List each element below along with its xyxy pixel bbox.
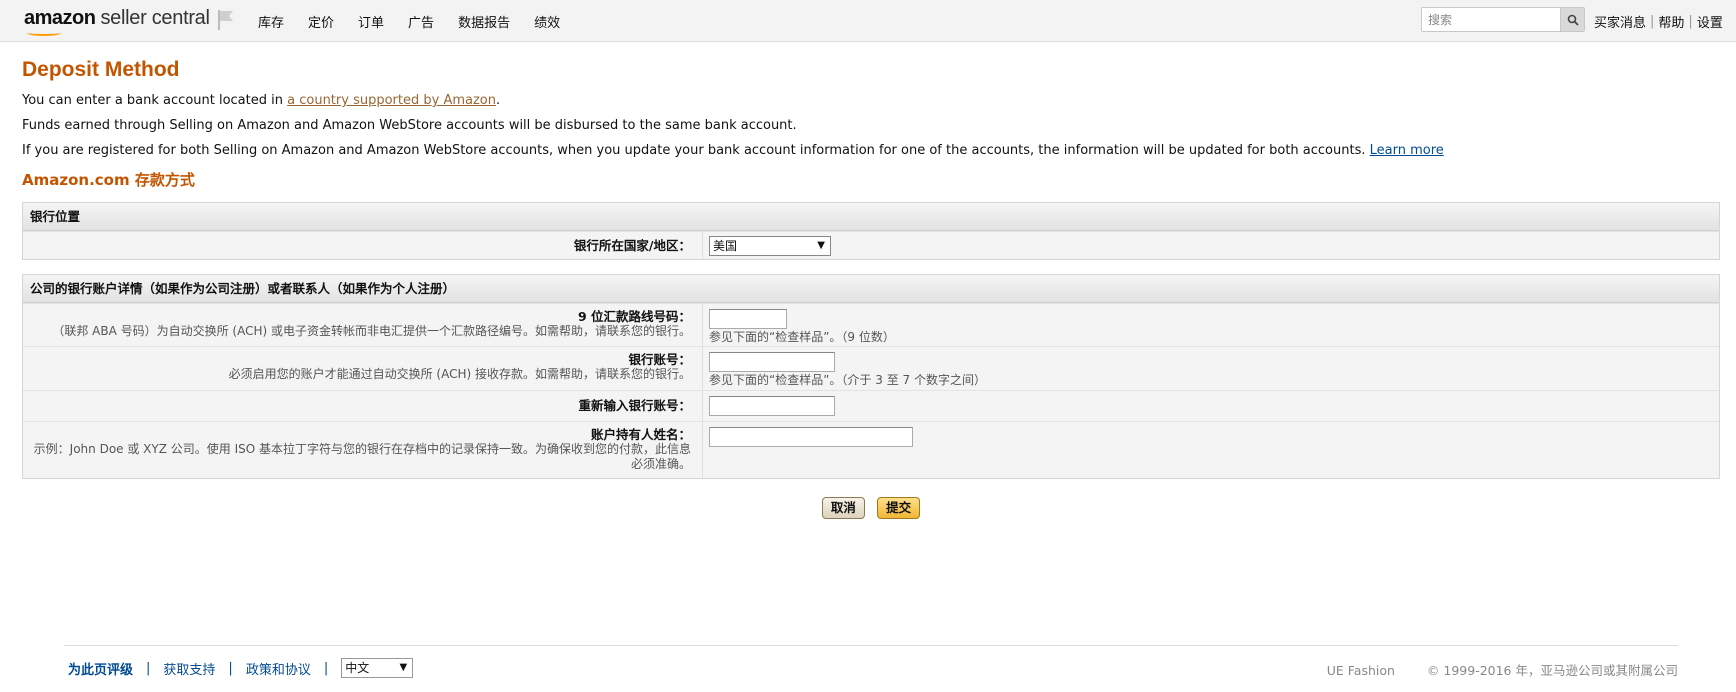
cancel-button[interactable]: 取消 — [821, 497, 865, 519]
label-cell: 银行账号： 必须启用您的账户才能通过自动交换所 (ACH) 接收存款。如需帮助，… — [23, 347, 703, 390]
section-heading: 公司的银行账户详情（如果作为公司注册）或者联系人（如果作为个人注册） — [23, 275, 1719, 303]
account-number-input[interactable] — [709, 352, 835, 372]
value-cell — [703, 422, 1719, 478]
supported-country-link[interactable]: a country supported by Amazon — [287, 93, 496, 108]
routing-number-input[interactable] — [709, 309, 787, 329]
amazon-smile-icon — [27, 30, 61, 36]
form-row-country: 银行所在国家/地区： 美国 ▼ — [23, 231, 1719, 259]
chevron-down-icon: ▼ — [817, 240, 825, 251]
submit-button[interactable]: 提交 — [877, 497, 921, 519]
country-select[interactable]: 美国 ▼ — [709, 236, 831, 256]
search-input[interactable] — [1422, 8, 1562, 31]
account-holder-help: 示例：John Doe 或 XYZ 公司。使用 ISO 基本拉丁字符与您的银行在… — [33, 442, 691, 471]
form-row-holder: 账户持有人姓名： 示例：John Doe 或 XYZ 公司。使用 ISO 基本拉… — [23, 421, 1719, 478]
label-cell: 9 位汇款路线号码： （联邦 ABA 号码）为自动交换所 (ACH) 或电子资金… — [23, 304, 703, 346]
footer-links: 为此页评级 | 获取支持 | 政策和协议 | 中文 ▼ — [68, 658, 414, 678]
intro-paragraph-1: You can enter a bank account located in … — [22, 93, 1720, 109]
ue-fashion-text: UE Fashion — [1326, 663, 1395, 678]
nav-inventory[interactable]: 库存 — [258, 12, 284, 31]
intro-text-3: If you are registered for both Selling o… — [22, 143, 1370, 158]
get-support-link[interactable]: 获取支持 — [163, 659, 215, 678]
routing-number-help: （联邦 ABA 号码）为自动交换所 (ACH) 或电子资金转帐而非电汇提供一个汇… — [52, 324, 691, 338]
policies-link[interactable]: 政策和协议 — [246, 659, 311, 678]
nav-orders[interactable]: 订单 — [358, 12, 384, 31]
logo-amazon-text: amazon — [24, 7, 96, 29]
account-details-section: 公司的银行账户详情（如果作为公司注册）或者联系人（如果作为个人注册） 9 位汇款… — [22, 274, 1720, 479]
account-number-help: 必须启用您的账户才能通过自动交换所 (ACH) 接收存款。如需帮助，请联系您的银… — [228, 367, 691, 381]
divider: | — [1650, 14, 1655, 29]
divider: | — [1688, 14, 1693, 29]
footer-right: UE Fashion © 1999-2016 年，亚马逊公司或其附属公司 — [1327, 660, 1678, 679]
form-row-routing: 9 位汇款路线号码： （联邦 ABA 号码）为自动交换所 (ACH) 或电子资金… — [23, 303, 1719, 346]
nav-advertising[interactable]: 广告 — [408, 12, 434, 31]
intro-text-end: . — [495, 93, 501, 108]
divider: | — [323, 660, 329, 676]
search-icon — [1567, 14, 1579, 26]
flag-icon[interactable] — [217, 9, 235, 31]
logo-seller-central-text: seller central — [100, 7, 210, 29]
learn-more-link[interactable]: Learn more — [1370, 143, 1444, 158]
nav-reports[interactable]: 数据报告 — [458, 12, 510, 31]
help-link[interactable]: 帮助 — [1658, 12, 1684, 31]
page-title: Deposit Method — [22, 58, 180, 81]
form-row-account-number: 银行账号： 必须启用您的账户才能通过自动交换所 (ACH) 接收存款。如需帮助，… — [23, 346, 1719, 390]
label-cell: 重新输入银行账号： — [23, 391, 703, 421]
account-holder-label: 账户持有人姓名： — [590, 427, 691, 442]
intro-paragraph-2: Funds earned through Selling on Amazon a… — [22, 118, 797, 133]
footer: 为此页评级 | 获取支持 | 政策和协议 | 中文 ▼ UE Fashion ©… — [64, 645, 1678, 685]
country-selected-value: 美国 — [713, 239, 738, 253]
form-actions: 取消 提交 — [22, 497, 1720, 521]
top-navigation-bar: amazon seller central 库存 定价 订单 广告 数据报告 绩… — [0, 0, 1736, 42]
label-cell: 账户持有人姓名： 示例：John Doe 或 XYZ 公司。使用 ISO 基本拉… — [23, 422, 703, 478]
account-number-label: 银行账号： — [628, 352, 691, 367]
label-cell: 银行所在国家/地区： — [23, 232, 703, 259]
divider: | — [228, 660, 233, 676]
amazon-seller-central-logo[interactable]: amazon seller central — [24, 7, 210, 36]
deposit-method-subtitle: Amazon.com 存款方式 — [22, 171, 195, 189]
main-content: Deposit Method You can enter a bank acco… — [22, 42, 1720, 521]
language-selected-value: 中文 — [345, 661, 370, 675]
value-cell: 参见下面的“检查样品”。（介于 3 至 7 个数字之间） — [703, 347, 1719, 390]
chevron-down-icon: ▼ — [399, 662, 408, 673]
intro-text: You can enter a bank account located in — [22, 93, 288, 108]
main-nav: 库存 定价 订单 广告 数据报告 绩效 — [258, 0, 584, 42]
language-select[interactable]: 中文 ▼ — [341, 658, 414, 678]
reenter-account-input[interactable] — [709, 396, 835, 416]
value-cell: 美国 ▼ — [703, 232, 1719, 259]
routing-number-hint: 参见下面的“检查样品”。（9 位数） — [709, 330, 895, 344]
section-heading: 银行位置 — [23, 203, 1719, 231]
country-label: 银行所在国家/地区： — [573, 238, 691, 253]
value-cell — [703, 391, 1719, 421]
bank-location-section: 银行位置 银行所在国家/地区： 美国 ▼ — [22, 202, 1720, 260]
copyright-text: © 1999-2016 年，亚马逊公司或其附属公司 — [1426, 663, 1678, 678]
divider: | — [146, 660, 151, 676]
nav-performance[interactable]: 绩效 — [534, 12, 560, 31]
value-cell: 参见下面的“检查样品”。（9 位数） — [703, 304, 1719, 346]
reenter-account-label: 重新输入银行账号： — [578, 398, 691, 413]
search-button[interactable] — [1560, 8, 1584, 31]
search-box — [1421, 7, 1585, 32]
buyer-messages-link[interactable]: 买家消息 — [1594, 12, 1646, 31]
account-holder-input[interactable] — [709, 427, 913, 447]
nav-pricing[interactable]: 定价 — [308, 12, 334, 31]
header-links: 买家消息 | 帮助 | 设置 — [1594, 12, 1723, 31]
rate-page-link[interactable]: 为此页评级 — [68, 659, 133, 678]
routing-number-label: 9 位汇款路线号码： — [577, 309, 691, 324]
settings-link[interactable]: 设置 — [1697, 12, 1723, 31]
intro-paragraph-3: If you are registered for both Selling o… — [22, 143, 1720, 159]
account-number-hint: 参见下面的“检查样品”。（介于 3 至 7 个数字之间） — [709, 373, 986, 387]
form-row-reenter: 重新输入银行账号： — [23, 390, 1719, 421]
